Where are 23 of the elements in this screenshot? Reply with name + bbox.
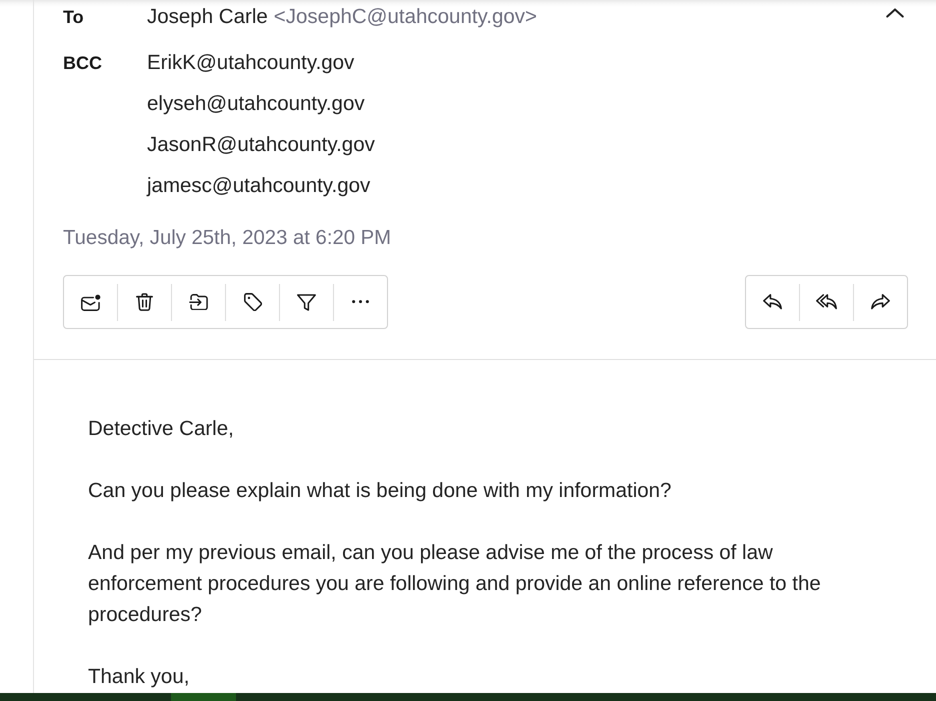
filter-icon	[297, 294, 316, 310]
recipient-address: JasonR@utahcounty.gov	[147, 133, 375, 157]
reply-icon	[763, 294, 782, 310]
more-icon	[352, 300, 369, 304]
chevron-up-icon	[886, 8, 904, 18]
body-paragraph: Detective Carle,	[88, 416, 234, 442]
reply-all-icon	[816, 294, 837, 310]
recipient-address: elyseh@utahcounty.gov	[147, 92, 365, 116]
recipient-address: <JosephC@utahcounty.gov>	[274, 5, 537, 29]
folder-arrow-icon	[189, 294, 208, 310]
body-paragraph: And per my previous email, can you please advise me of the process of law enforcement procedures you are following and provide an online reference to the procedures?	[88, 540, 822, 628]
recipient-address: jamesc@utahcounty.gov	[147, 174, 370, 198]
recipient-name: Joseph Carle	[147, 5, 268, 29]
recipient-address: ErikK@utahcounty.gov	[147, 51, 354, 75]
forward-icon	[871, 294, 890, 310]
sent-date: Tuesday, July 25th, 2023 at 6:20 PM	[63, 226, 392, 250]
body-paragraph: Thank you,	[88, 664, 190, 690]
body-paragraph: Can you please explain what is being done with my information?	[88, 478, 672, 504]
envelope-dot-icon	[80, 294, 100, 310]
recipient-label: To	[63, 6, 85, 29]
trash-icon	[136, 293, 153, 311]
recipient-label: BCC	[63, 52, 103, 75]
tag-icon	[244, 293, 262, 311]
